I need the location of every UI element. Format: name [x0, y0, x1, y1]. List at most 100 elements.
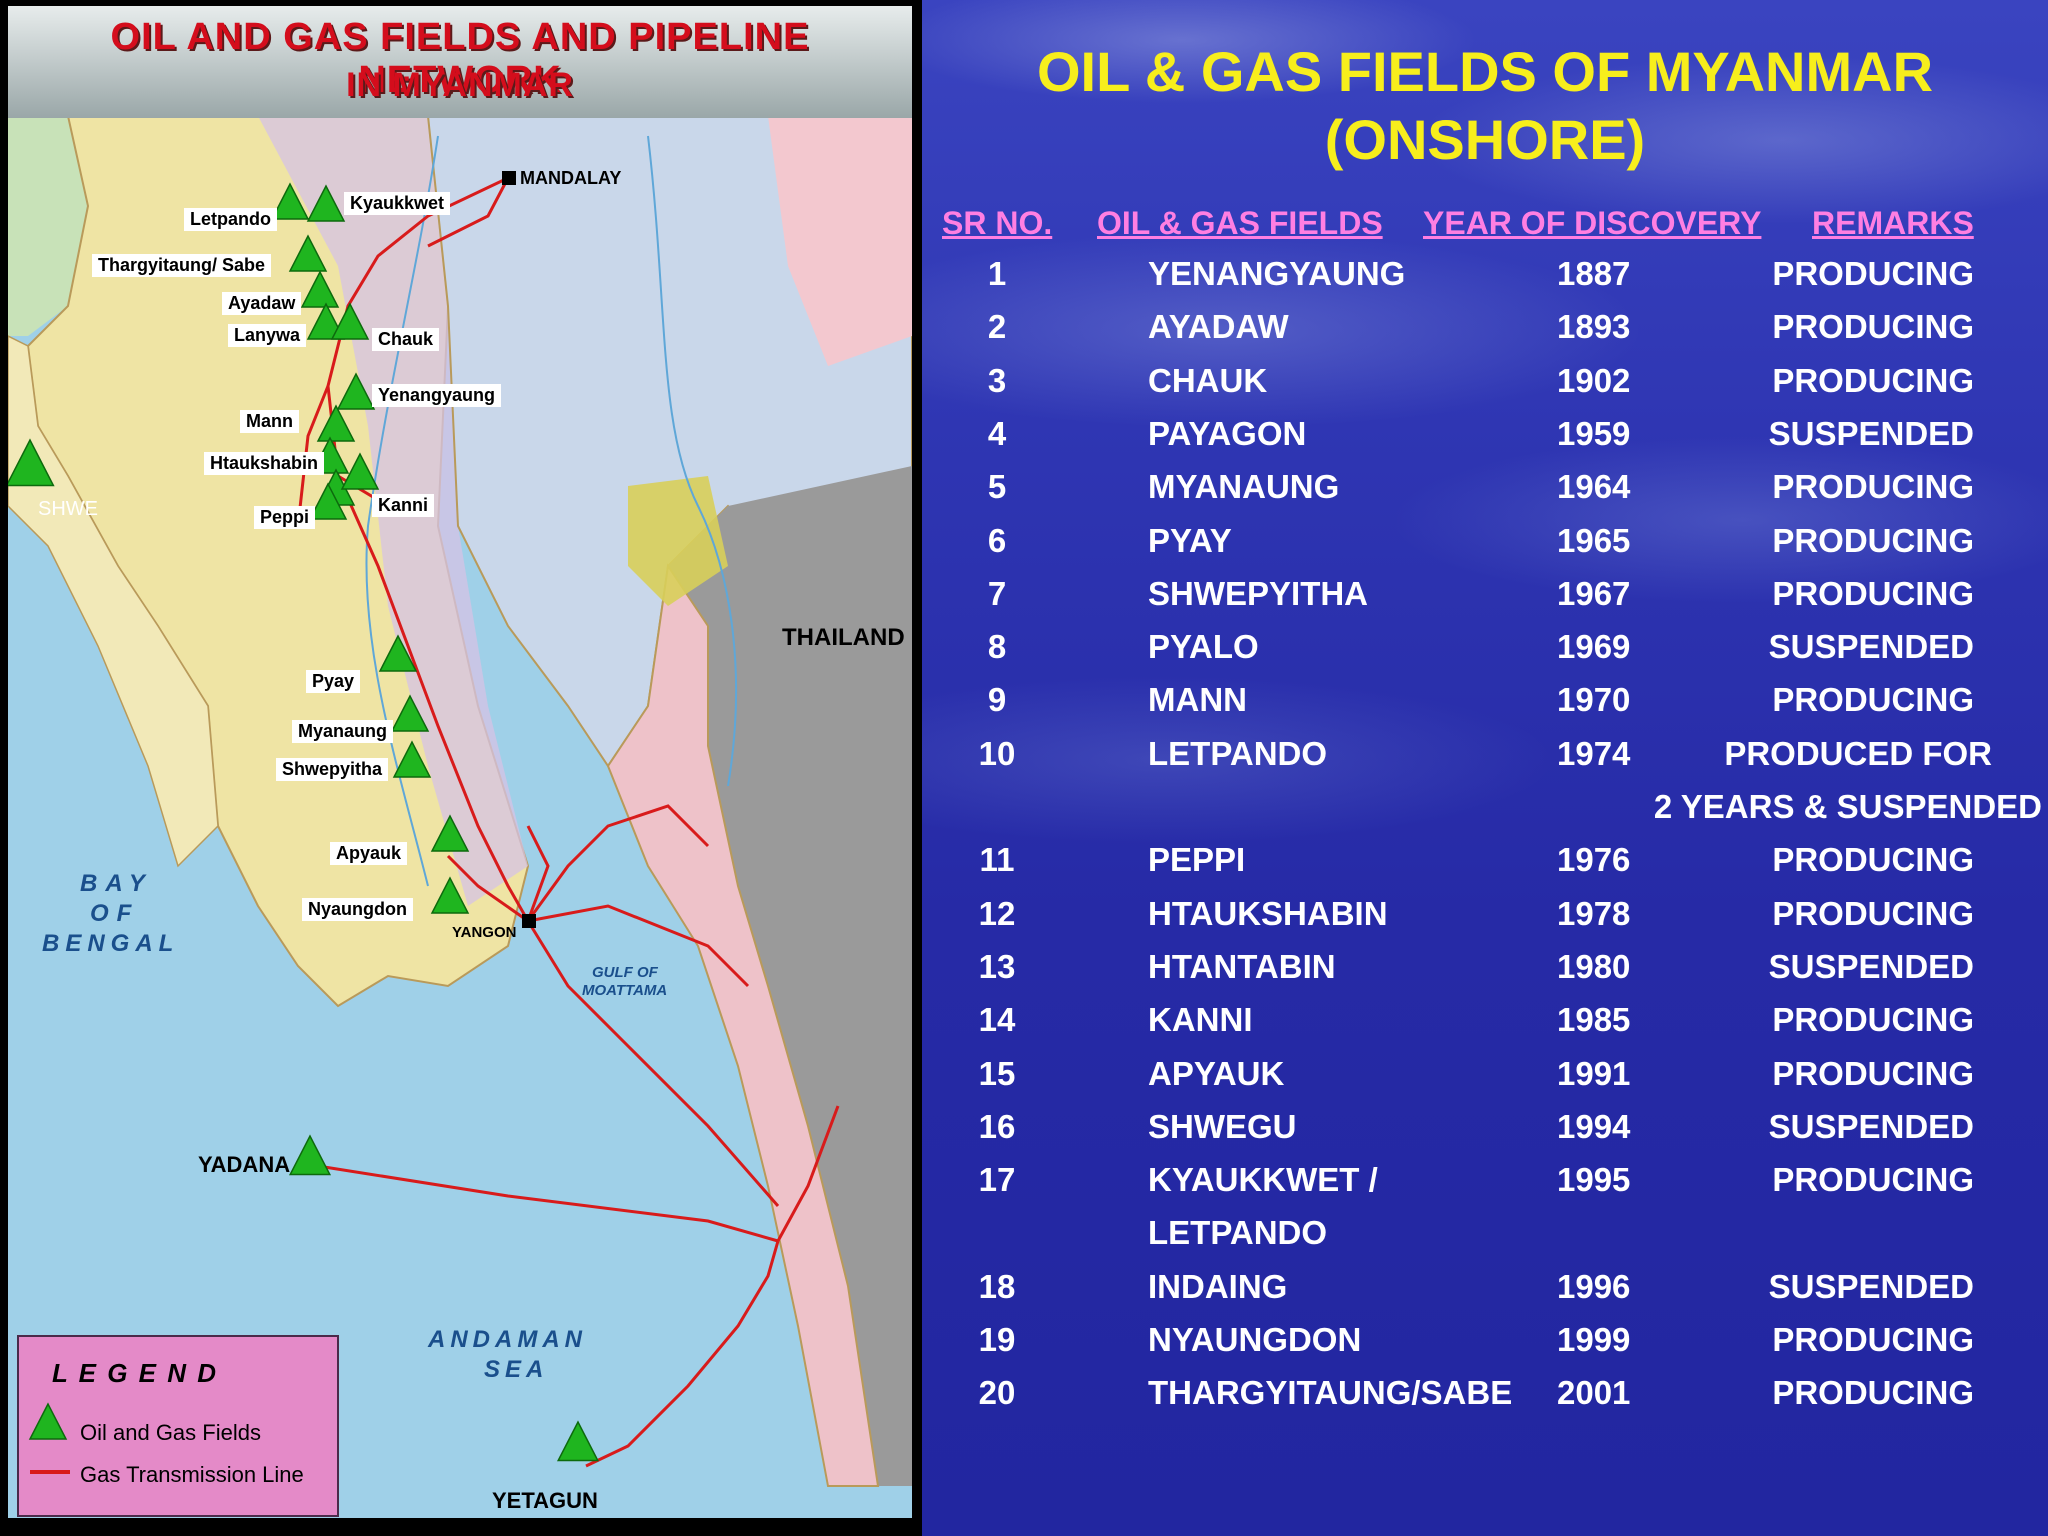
table-row: 1 YENANGYAUNG 1887 PRODUCING — [922, 255, 2048, 308]
row-remark: SUSPENDED — [1768, 1267, 1974, 1305]
row-field-name: NYAUNGDON — [1148, 1321, 1362, 1358]
row-year: 1970 — [1557, 681, 1631, 719]
row-field-name: PYAY — [1148, 521, 1232, 559]
row-sr-no: 17 — [978, 1161, 1016, 1199]
table-row: 17 KYAUKKWET / 1995 PRODUCING — [922, 1161, 2048, 1214]
row-field-name: KANNI — [1148, 1001, 1253, 1039]
header-year: YEAR OF DISCOVERY — [1423, 205, 1762, 241]
table-row: 13 HTANTABIN 1980 SUSPENDED — [922, 948, 2048, 1001]
field-label: Chauk — [372, 328, 440, 351]
row-remark: PRODUCING — [1772, 1321, 1974, 1358]
field-label: Peppi — [254, 506, 316, 529]
row-field-name: YENANGYAUNG — [1148, 255, 1406, 292]
row-sr-no: 8 — [987, 628, 1007, 666]
bay-of-bengal-label-3: BENGAL — [42, 930, 180, 957]
row-field-name: KYAUKKWET / — [1148, 1161, 1378, 1199]
header-sr-no: SR NO. — [942, 205, 1053, 241]
row-remark: SUSPENDED — [1768, 1107, 1974, 1145]
table-row: 18 INDAING 1996 SUSPENDED — [922, 1268, 2048, 1321]
row-field-name: INDAING — [1148, 1267, 1288, 1305]
row-year: 2001 — [1557, 1374, 1631, 1412]
row-year: 1887 — [1557, 255, 1631, 292]
table-row-continuation: LETPANDO — [922, 1214, 2048, 1267]
row-sr-no: 4 — [987, 414, 1007, 452]
row-field-name-cont: LETPANDO — [1148, 1214, 1328, 1252]
field-label: Shwepyitha — [276, 758, 389, 781]
row-remark: PRODUCING — [1772, 894, 1974, 932]
table-row-continuation: 2 YEARS & SUSPENDED — [922, 788, 2048, 841]
row-year: 1980 — [1557, 947, 1631, 985]
table-row: 15 APYAUK 1991 PRODUCING — [922, 1055, 2048, 1108]
field-label: Mann — [240, 410, 299, 433]
shwe-label: SHWE — [38, 498, 98, 520]
header-field: OIL & GAS FIELDS — [1097, 205, 1383, 241]
row-field-name: LETPANDO — [1148, 734, 1328, 772]
row-year: 1985 — [1557, 1001, 1631, 1039]
row-remark: PRODUCING — [1772, 1374, 1974, 1412]
row-sr-no: 18 — [978, 1267, 1016, 1305]
row-remark: PRODUCING — [1772, 361, 1974, 399]
row-sr-no: 9 — [987, 681, 1007, 719]
row-year: 1893 — [1557, 308, 1631, 346]
row-sr-no: 3 — [987, 361, 1007, 399]
row-field-name: APYAUK — [1148, 1054, 1285, 1092]
row-field-name: PEPPI — [1148, 841, 1246, 879]
yangon-marker — [522, 914, 536, 928]
slide-title-line1: OIL & GAS FIELDS OF MYANMAR — [1036, 40, 1934, 103]
row-year: 1995 — [1557, 1161, 1631, 1199]
row-remark: PRODUCING — [1772, 255, 1974, 292]
row-field-name: PYALO — [1148, 628, 1259, 666]
row-field-name: HTAUKSHABIN — [1148, 894, 1388, 932]
row-remark: PRODUCING — [1772, 681, 1974, 719]
row-sr-no: 1 — [987, 255, 1007, 292]
bay-of-bengal-label-1: BAY — [80, 870, 153, 897]
row-year: 1959 — [1557, 414, 1631, 452]
row-remark: PRODUCING — [1772, 1054, 1974, 1092]
row-remark: PRODUCING — [1772, 308, 1974, 346]
row-sr-no: 5 — [987, 468, 1007, 506]
field-label: Myanaung — [292, 720, 394, 743]
table-row: 12 HTAUKSHABIN 1978 PRODUCING — [922, 895, 2048, 948]
table-row: 8 PYALO 1969 SUSPENDED — [922, 628, 2048, 681]
legend-title: L E G E N D — [52, 1358, 218, 1388]
row-sr-no: 7 — [987, 574, 1007, 612]
row-field-name: AYADAW — [1148, 308, 1289, 346]
row-year: 1902 — [1557, 361, 1631, 399]
thailand-label: THAILAND — [782, 624, 905, 651]
field-label: Yenangyaung — [372, 384, 502, 407]
row-field-name: MYANAUNG — [1148, 468, 1340, 506]
gulf-of-moattama-label-1: GULF OF — [592, 964, 658, 981]
row-field-name: SHWEGU — [1148, 1107, 1297, 1145]
table-row: 6 PYAY 1965 PRODUCING — [922, 522, 2048, 575]
map-canvas — [8, 106, 912, 1518]
header-remarks: REMARKS — [1812, 205, 1974, 241]
table-header: SR NO. OIL & GAS FIELDS YEAR OF DISCOVER… — [922, 205, 2048, 249]
table-row: 20 THARGYITAUNG/SABE 2001 PRODUCING — [922, 1374, 2048, 1427]
row-year: 1991 — [1557, 1054, 1631, 1092]
yangon-label: YANGON — [452, 924, 517, 941]
table-row: 9 MANN 1970 PRODUCING — [922, 681, 2048, 734]
row-sr-no: 15 — [978, 1054, 1016, 1092]
mandalay-label: MANDALAY — [520, 168, 622, 188]
row-sr-no: 6 — [987, 521, 1007, 559]
field-label: Kyaukkwet — [344, 192, 451, 215]
legend-pipeline-label: Gas Transmission Line — [80, 1462, 304, 1487]
row-remark: SUSPENDED — [1768, 628, 1974, 666]
row-remark: PRODUCING — [1772, 521, 1974, 559]
field-label: Pyay — [306, 670, 361, 693]
row-remark: PRODUCING — [1772, 1001, 1974, 1039]
table-row: 2 AYADAW 1893 PRODUCING — [922, 308, 2048, 361]
mandalay-marker — [502, 171, 516, 185]
row-year: 1965 — [1557, 521, 1631, 559]
row-year: 1978 — [1557, 894, 1631, 932]
row-year: 1974 — [1557, 734, 1631, 772]
slide-panel: OIL & GAS FIELDS OF MYANMAR (ONSHORE) SR… — [922, 0, 2048, 1536]
row-year: 1969 — [1557, 628, 1631, 666]
row-remark-cont: 2 YEARS & SUSPENDED — [1653, 788, 2042, 825]
andaman-sea-label-2: SEA — [484, 1356, 549, 1383]
table-row: 3 CHAUK 1902 PRODUCING — [922, 362, 2048, 415]
row-sr-no: 10 — [978, 734, 1016, 772]
legend-fields-label: Oil and Gas Fields — [80, 1420, 261, 1445]
row-sr-no: 2 — [987, 308, 1007, 346]
row-year: 1999 — [1557, 1321, 1631, 1358]
